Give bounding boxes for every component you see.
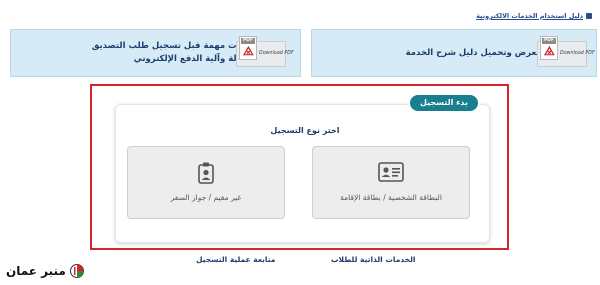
watermark: منبر عمان bbox=[6, 264, 84, 278]
pdf-page-icon: PDF ⨻ bbox=[239, 36, 257, 60]
guide-bullet-icon bbox=[586, 13, 592, 19]
passport-registration-option[interactable]: غير مقيم / جواز السفر bbox=[127, 146, 285, 219]
user-guide-link-label: دليل استخدام الخدمات الالكترونية bbox=[476, 12, 583, 20]
passport-option-label: غير مقيم / جواز السفر bbox=[170, 193, 242, 202]
student-self-services-link[interactable]: الخدمات الذاتية للطلاب bbox=[331, 255, 415, 264]
id-card-registration-option[interactable]: البطاقة الشخصية / بطاقة الإقامة bbox=[312, 146, 470, 219]
acrobat-icon: ⨻ bbox=[544, 44, 555, 58]
watermark-text: منبر عمان bbox=[6, 264, 66, 278]
track-registration-link[interactable]: متابعة عملية التسجيل bbox=[196, 255, 275, 264]
choose-registration-type-label: اختر نوع التسجيل bbox=[270, 126, 340, 135]
oman-flag-logo-icon bbox=[69, 264, 84, 278]
pdf-download-icon[interactable]: PDF ⨻ Download PDF bbox=[537, 36, 595, 67]
user-guide-link[interactable]: دليل استخدام الخدمات الالكترونية bbox=[476, 12, 592, 20]
important-notes-banner[interactable]: PDF ⨻ Download PDF ملاحظات مهمة قبل تسجي… bbox=[10, 29, 301, 77]
start-registration-tag: بدء التسجيل bbox=[410, 95, 478, 111]
download-pdf-label: Download PDF bbox=[259, 51, 294, 56]
service-guide-banner[interactable]: PDF ⨻ Download PDF اضغط هنا لعرض وتحميل … bbox=[311, 29, 597, 77]
pdf-page-icon: PDF ⨻ bbox=[540, 36, 558, 60]
acrobat-icon: ⨻ bbox=[243, 44, 254, 58]
passport-badge-icon bbox=[198, 162, 214, 184]
id-card-option-label: البطاقة الشخصية / بطاقة الإقامة bbox=[340, 193, 442, 202]
download-pdf-label: Download PDF bbox=[560, 51, 595, 56]
id-card-icon bbox=[378, 162, 404, 182]
pdf-download-icon[interactable]: PDF ⨻ Download PDF bbox=[236, 36, 294, 67]
